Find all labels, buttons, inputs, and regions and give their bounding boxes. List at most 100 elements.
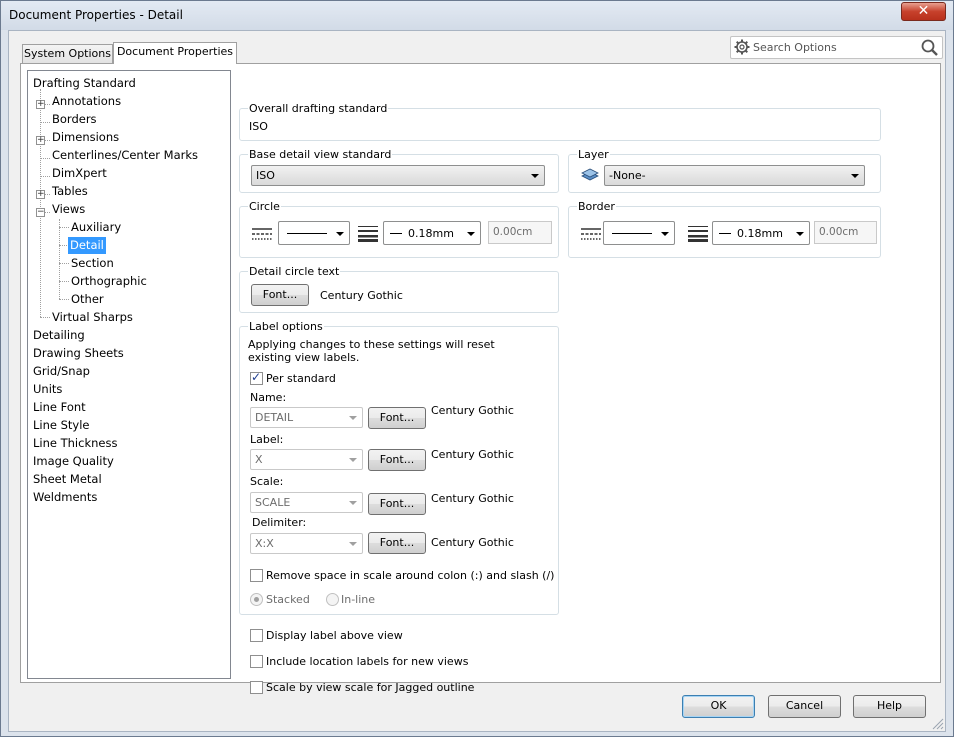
tab-system-options[interactable]: System Options: [22, 44, 113, 64]
expand-icon[interactable]: +: [36, 100, 45, 109]
inline-radio[interactable]: [326, 593, 339, 606]
title-bar: Document Properties - Detail ✕: [1, 1, 953, 30]
display-above-label: Display label above view: [266, 629, 403, 642]
include-location-checkbox[interactable]: [250, 655, 263, 668]
chevron-down-icon: [349, 501, 357, 505]
tree-item-drawing-sheets[interactable]: Drawing Sheets: [31, 345, 126, 362]
cancel-button[interactable]: Cancel: [768, 695, 841, 718]
chevron-down-icon: [796, 232, 804, 236]
resize-grip-icon[interactable]: [932, 718, 944, 730]
tree-item-borders[interactable]: Borders: [50, 111, 99, 128]
border-thickness-select[interactable]: 0.18mm: [712, 221, 810, 245]
scale-value: SCALE: [255, 496, 291, 509]
per-standard-checkbox[interactable]: [250, 370, 263, 385]
tree-item-line-font[interactable]: Line Font: [31, 399, 88, 416]
overall-standard-value: ISO: [249, 120, 268, 133]
tree-item-sheet-metal[interactable]: Sheet Metal: [31, 471, 104, 488]
border-title: Border: [577, 200, 616, 213]
tree-item-line-thickness[interactable]: Line Thickness: [31, 435, 119, 452]
name-select[interactable]: DETAIL: [250, 407, 363, 428]
tab-document-properties[interactable]: Document Properties: [113, 42, 237, 64]
stacked-label: Stacked: [266, 593, 310, 606]
remove-space-label: Remove space in scale around colon (:) a…: [266, 569, 555, 582]
border-group: Border 0.18mm 0.00cm: [568, 200, 881, 258]
tree-item-dimensions[interactable]: Dimensions: [50, 129, 121, 146]
tree-item-dimxpert[interactable]: DimXpert: [50, 165, 109, 182]
tree-item-centerlines[interactable]: Centerlines/Center Marks: [50, 147, 200, 164]
tree-item-units[interactable]: Units: [31, 381, 64, 398]
label-label: Label:: [250, 433, 284, 446]
tree-item-other[interactable]: Other: [69, 291, 106, 308]
expand-icon[interactable]: +: [36, 190, 45, 199]
collapse-icon[interactable]: −: [36, 208, 45, 217]
circle-text-font-name: Century Gothic: [320, 289, 403, 302]
layer-title: Layer: [577, 148, 610, 161]
chevron-down-icon: [661, 232, 669, 236]
circle-text-group: Detail circle text Font... Century Gothi…: [239, 265, 559, 313]
border-thickness-value: 0.18mm: [737, 227, 783, 240]
tree-item-drafting-standard[interactable]: Drafting Standard: [31, 75, 138, 92]
tree-item-auxiliary[interactable]: Auxiliary: [69, 219, 123, 236]
border-custom-thickness-input[interactable]: 0.00cm: [814, 221, 877, 244]
base-standard-select[interactable]: ISO: [251, 165, 545, 186]
overall-standard-title: Overall drafting standard: [248, 102, 389, 115]
scale-jagged-checkbox[interactable]: [250, 681, 263, 694]
tree-item-section[interactable]: Section: [69, 255, 116, 272]
tree-item-tables[interactable]: Tables: [50, 183, 90, 200]
delimiter-font-button[interactable]: Font...: [368, 532, 426, 554]
stacked-radio[interactable]: [250, 593, 263, 606]
tree-item-weldments[interactable]: Weldments: [31, 489, 99, 506]
close-button[interactable]: ✕: [901, 2, 946, 21]
circle-line-style-select[interactable]: [278, 221, 350, 245]
tree-item-detailing[interactable]: Detailing: [31, 327, 87, 344]
chevron-down-icon: [467, 232, 475, 236]
tree-item-line-style[interactable]: Line Style: [31, 417, 92, 434]
display-above-checkbox[interactable]: [250, 629, 263, 642]
per-standard-label: Per standard: [266, 372, 336, 385]
scale-jagged-label: Scale by view scale for Jagged outline: [266, 681, 475, 694]
window-title: Document Properties - Detail: [9, 8, 183, 22]
search-icon[interactable]: [920, 38, 939, 57]
search-box[interactable]: Search Options: [730, 36, 943, 59]
tab-page: + + + − Drafting Standard Annotations Bo…: [20, 63, 941, 694]
circle-custom-thickness-input[interactable]: 0.00cm: [488, 221, 552, 244]
base-standard-group: Base detail view standard ISO: [239, 148, 559, 193]
search-input[interactable]: Search Options: [753, 41, 837, 54]
scale-label: Scale:: [250, 475, 284, 488]
circle-thickness-select[interactable]: 0.18mm: [383, 221, 481, 245]
name-font-name: Century Gothic: [431, 404, 514, 417]
circle-text-font-button[interactable]: Font...: [251, 284, 309, 306]
tree-item-annotations[interactable]: Annotations: [50, 93, 123, 110]
chevron-down-icon: [349, 542, 357, 546]
circle-title: Circle: [248, 200, 281, 213]
border-line-style-select[interactable]: [603, 221, 675, 245]
ok-button[interactable]: OK: [682, 695, 755, 718]
gear-icon: [734, 39, 750, 55]
tree-item-views[interactable]: Views: [50, 201, 87, 218]
options-tree: + + + − Drafting Standard Annotations Bo…: [27, 70, 231, 679]
label-options-group: Label options Applying changes to these …: [239, 320, 559, 615]
label-font-button[interactable]: Font...: [368, 449, 426, 471]
layer-select[interactable]: -None-: [604, 165, 865, 186]
dialog-client: System Options Document Properties Searc…: [8, 30, 946, 732]
label-options-title: Label options: [248, 320, 324, 333]
tree-item-orthographic[interactable]: Orthographic: [69, 273, 149, 290]
help-button[interactable]: Help: [853, 695, 926, 718]
label-select[interactable]: X: [250, 449, 363, 470]
label-font-name: Century Gothic: [431, 448, 514, 461]
delimiter-value: X:X: [255, 537, 274, 550]
name-font-button[interactable]: Font...: [368, 407, 426, 429]
tree-item-image-quality[interactable]: Image Quality: [31, 453, 116, 470]
tree-item-virtual-sharps[interactable]: Virtual Sharps: [50, 309, 135, 326]
tree-item-grid-snap[interactable]: Grid/Snap: [31, 363, 92, 380]
scale-font-button[interactable]: Font...: [368, 493, 426, 515]
scale-select[interactable]: SCALE: [250, 492, 363, 513]
delimiter-select[interactable]: X:X: [250, 533, 363, 554]
base-standard-value: ISO: [256, 169, 275, 182]
chevron-down-icon: [349, 416, 357, 420]
circle-text-title: Detail circle text: [248, 265, 341, 278]
remove-space-checkbox[interactable]: [250, 569, 263, 582]
tree-item-detail[interactable]: Detail: [68, 237, 106, 254]
expand-icon[interactable]: +: [36, 136, 45, 145]
delimiter-label: Delimiter:: [252, 516, 307, 529]
